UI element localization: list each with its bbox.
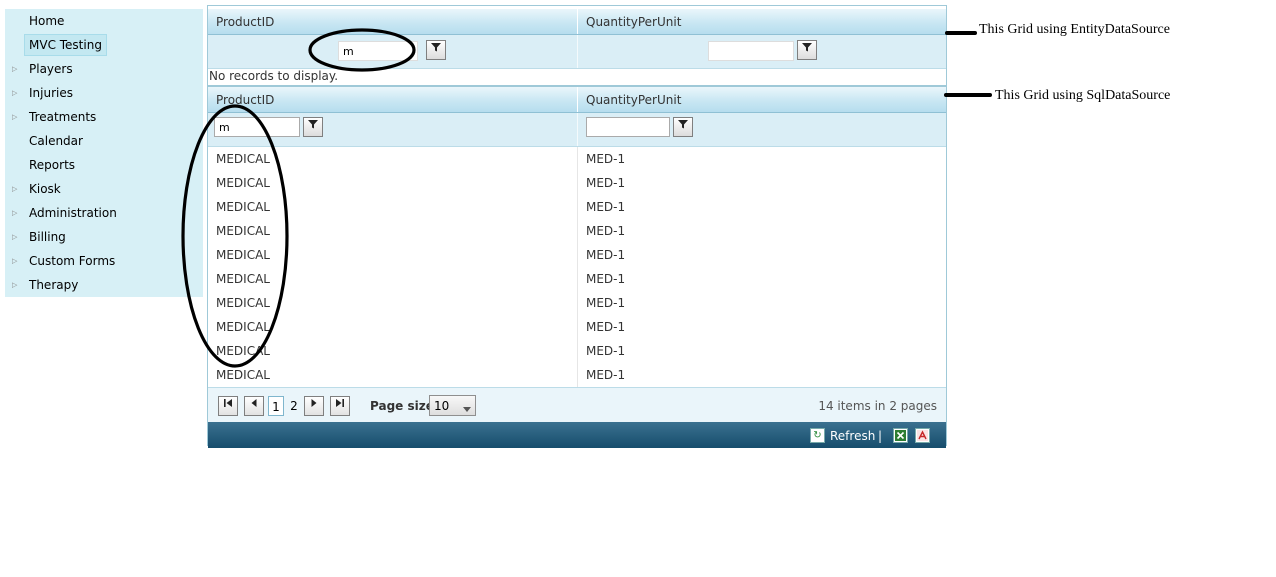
annotation-sql-label: This Grid using SqlDataSource — [995, 88, 1171, 103]
annotation-pointer-line — [944, 93, 992, 97]
filter-highlight-ellipse — [308, 28, 416, 72]
annotation-pointer-line — [945, 31, 977, 35]
results-highlight-ellipse — [181, 104, 289, 368]
annotation-ellipses — [181, 28, 416, 368]
annotation-entity-label: This Grid using EntityDataSource — [979, 22, 1170, 37]
